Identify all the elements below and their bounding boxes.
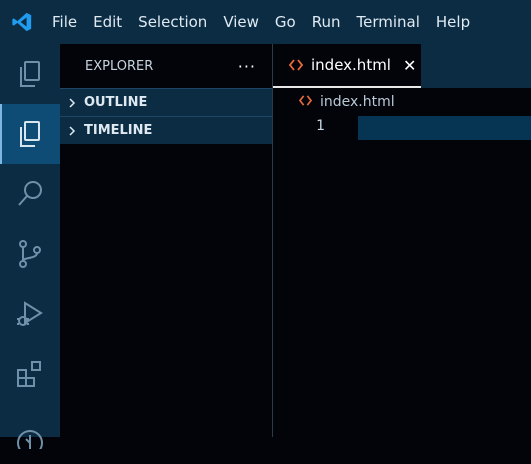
html-file-icon bbox=[298, 94, 313, 110]
explorer-sidebar: EXPLORER ··· OUTLINE TIMELINE bbox=[60, 44, 273, 437]
line-number: 1 bbox=[316, 118, 325, 134]
section-timeline[interactable]: TIMELINE bbox=[60, 116, 272, 144]
breadcrumb-file-label: index.html bbox=[320, 94, 395, 110]
section-outline[interactable]: OUTLINE bbox=[60, 88, 272, 116]
menu-go[interactable]: Go bbox=[267, 0, 304, 44]
explorer-icon[interactable] bbox=[0, 104, 60, 164]
menu-terminal[interactable]: Terminal bbox=[349, 0, 428, 44]
sidebar-title: EXPLORER bbox=[85, 58, 154, 74]
tab-label: index.html bbox=[311, 56, 391, 74]
run-debug-icon[interactable] bbox=[0, 284, 60, 344]
search-icon[interactable] bbox=[0, 164, 60, 224]
close-icon[interactable]: ✕ bbox=[403, 56, 416, 75]
menu-view[interactable]: View bbox=[215, 0, 267, 44]
menu-help[interactable]: Help bbox=[428, 0, 478, 44]
section-timeline-label: TIMELINE bbox=[84, 123, 153, 138]
menu-run[interactable]: Run bbox=[304, 0, 349, 44]
activity-bar bbox=[0, 44, 60, 449]
menu-selection[interactable]: Selection bbox=[130, 0, 215, 44]
more-actions-button[interactable]: ··· bbox=[238, 57, 256, 76]
editor-tabs: index.html ✕ bbox=[273, 44, 531, 88]
chevron-right-icon bbox=[60, 97, 84, 108]
chevron-right-icon bbox=[60, 125, 84, 136]
source-control-icon[interactable] bbox=[0, 224, 60, 284]
menu-edit[interactable]: Edit bbox=[85, 0, 130, 44]
menu-file[interactable]: File bbox=[44, 0, 85, 44]
current-line-highlight bbox=[358, 116, 531, 140]
breadcrumb[interactable]: index.html bbox=[273, 88, 531, 116]
extensions-icon[interactable] bbox=[0, 344, 60, 404]
section-outline-label: OUTLINE bbox=[84, 95, 148, 110]
sidebar-header: EXPLORER ··· bbox=[60, 44, 272, 88]
tab-index-html[interactable]: index.html ✕ bbox=[273, 44, 421, 88]
files-icon[interactable] bbox=[0, 44, 60, 104]
remote-icon[interactable] bbox=[0, 404, 60, 464]
title-bar: File Edit Selection View Go Run Terminal… bbox=[0, 0, 531, 44]
vscode-logo-icon bbox=[0, 0, 44, 44]
editor-area: index.html ✕ index.html 1 bbox=[273, 44, 531, 437]
html-file-icon bbox=[288, 56, 304, 75]
code-line[interactable]: 1 bbox=[273, 116, 531, 140]
